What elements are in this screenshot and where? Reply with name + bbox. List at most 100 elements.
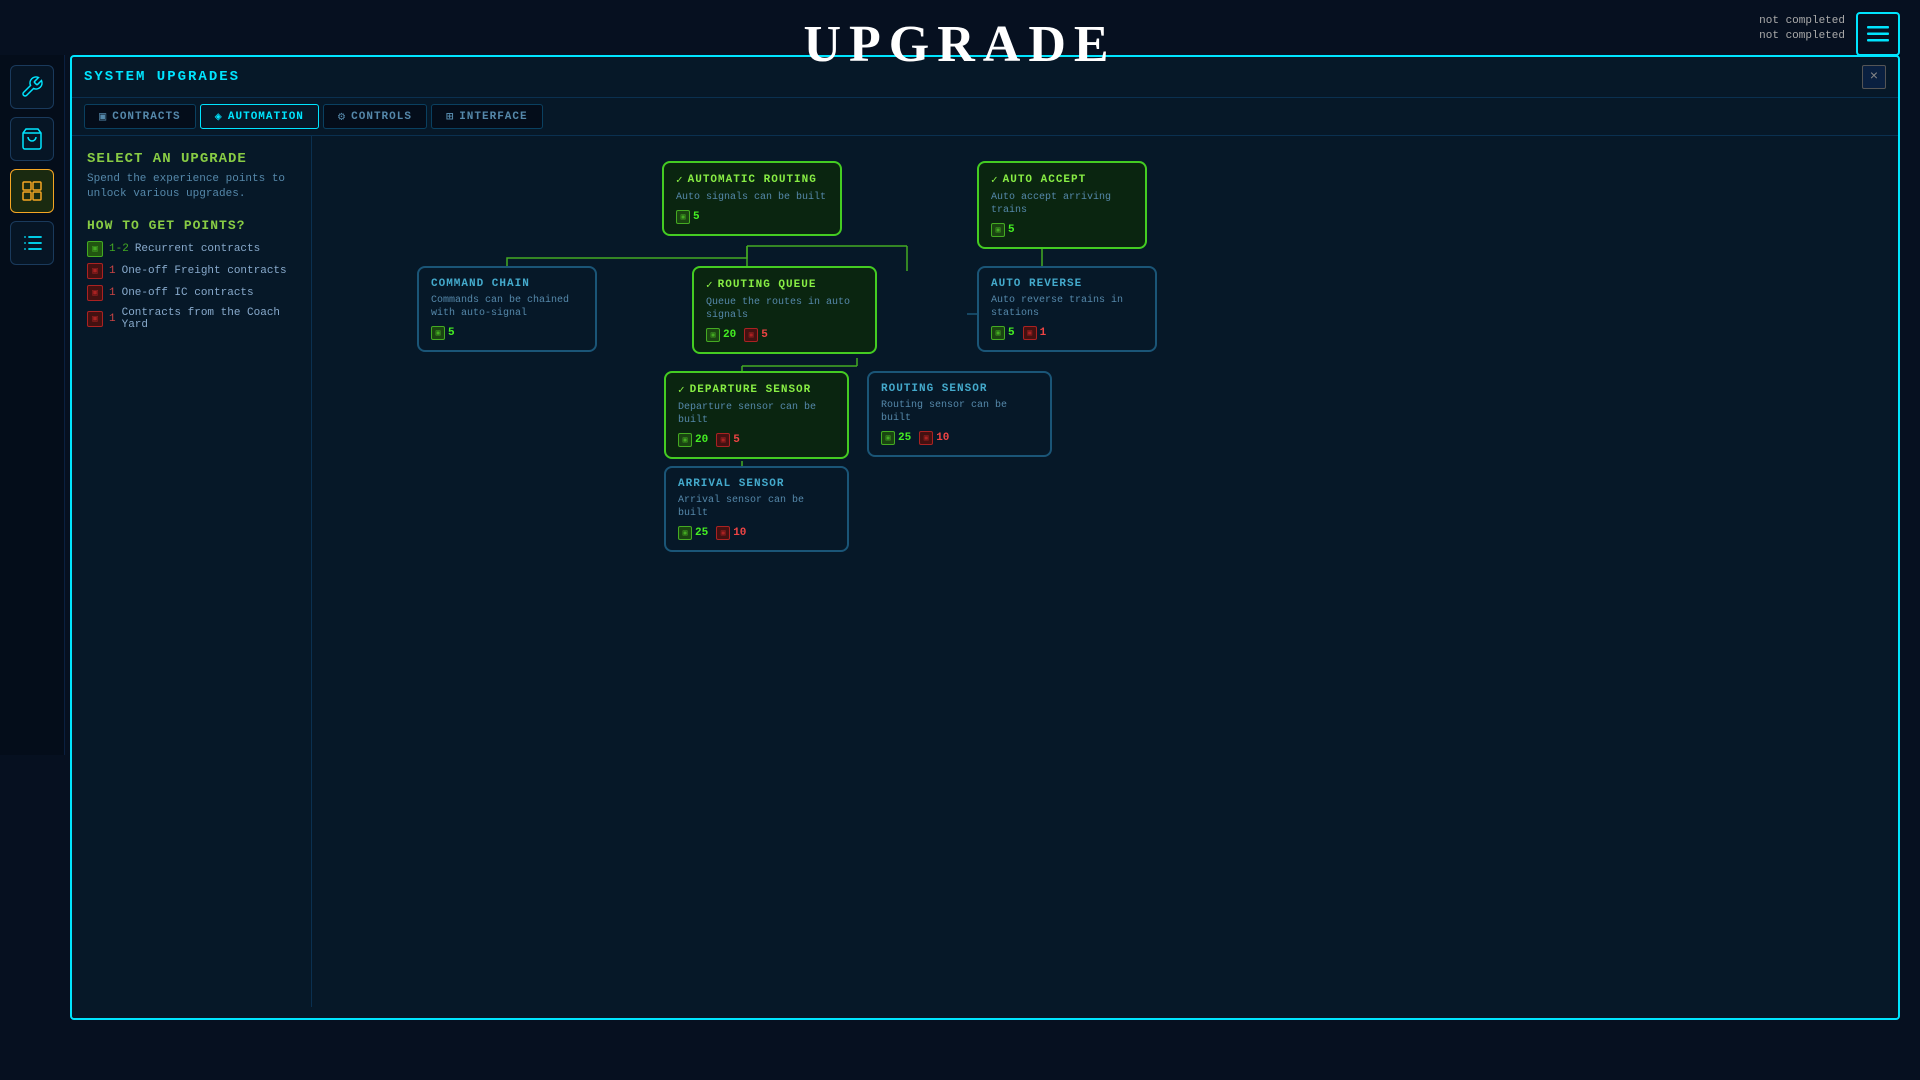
ar2-cost-green: ▣ 5	[991, 326, 1015, 340]
upgrade-node-routing-sensor[interactable]: Routing Sensor Routing sensor can be bui…	[867, 371, 1052, 457]
sidebar-btn-list[interactable]	[10, 221, 54, 265]
aa-cost-green: ▣ 5	[991, 223, 1015, 237]
tab-controls[interactable]: ⚙ CONTROLS	[323, 104, 427, 129]
automation-tab-icon: ◈	[215, 109, 223, 124]
as-cost-red-icon: ▣	[716, 526, 730, 540]
tab-interface[interactable]: ⊞ INTERFACE	[431, 104, 543, 129]
upgrade-area: ✓ Automatic Routing Auto signals can be …	[312, 136, 1898, 1007]
select-upgrade-title: Select an upgrade	[87, 151, 296, 167]
routing-sensor-costs: ▣ 25 ▣ 10	[881, 431, 1038, 445]
interface-tab-icon: ⊞	[446, 109, 454, 124]
close-button[interactable]: ×	[1862, 65, 1886, 89]
rs-cost-green: ▣ 25	[881, 431, 911, 445]
rs-cost-red: ▣ 10	[919, 431, 949, 445]
upgrade-node-auto-reverse[interactable]: Auto Reverse Auto reverse trains in stat…	[977, 266, 1157, 352]
automatic-routing-title: ✓ Automatic Routing	[676, 173, 828, 187]
points-prefix-2: 1	[109, 265, 116, 277]
ar-cost-green-icon: ▣	[676, 210, 690, 224]
modal-body: Select an upgrade Spend the experience p…	[72, 136, 1898, 1007]
auto-reverse-costs: ▣ 5 ▣ 1	[991, 326, 1143, 340]
upgrade-icon	[20, 179, 44, 203]
points-prefix-1: 1-2	[109, 243, 129, 255]
top-right-status: not completed not completed	[1759, 15, 1845, 45]
upgrade-node-arrival-sensor[interactable]: Arrival Sensor Arrival sensor can be bui…	[664, 466, 849, 552]
ar2-cost-green-icon: ▣	[991, 326, 1005, 340]
select-upgrade-desc: Spend the experience points to unlock va…	[87, 172, 296, 203]
routing-sensor-desc: Routing sensor can be built	[881, 399, 1038, 425]
routing-queue-title: ✓ Routing Queue	[706, 278, 863, 292]
as-cost-red: ▣ 10	[716, 526, 746, 540]
top-right-list-icon[interactable]	[1856, 12, 1900, 56]
upgrade-node-command-chain[interactable]: Command Chain Commands can be chained wi…	[417, 266, 597, 352]
tab-automation[interactable]: ◈ AUTOMATION	[200, 104, 319, 129]
list-icon	[1867, 25, 1889, 43]
points-prefix-4: 1	[109, 313, 116, 325]
routing-queue-desc: Queue the routes in auto signals	[706, 296, 863, 322]
sidebar-btn-wrench[interactable]	[10, 65, 54, 109]
rq-cost-red-icon: ▣	[744, 328, 758, 342]
sidebar-btn-cart[interactable]	[10, 117, 54, 161]
contracts-tab-icon: ▣	[99, 109, 107, 124]
routing-queue-costs: ▣ 20 ▣ 5	[706, 328, 863, 342]
check-icon-4: ✓	[678, 383, 686, 397]
automatic-routing-desc: Auto signals can be built	[676, 191, 828, 204]
cc-cost-green: ▣ 5	[431, 326, 455, 340]
points-icon-green-1: ▣	[87, 241, 103, 257]
controls-tab-icon: ⚙	[338, 109, 346, 124]
tab-contracts[interactable]: ▣ CONTRACTS	[84, 104, 196, 129]
rq-cost-green-icon: ▣	[706, 328, 720, 342]
upgrade-node-departure-sensor[interactable]: ✓ Departure Sensor Departure sensor can …	[664, 371, 849, 459]
status-1: not completed	[1759, 15, 1845, 27]
command-chain-desc: Commands can be chained with auto-signal	[431, 294, 583, 320]
command-chain-title: Command Chain	[431, 278, 583, 290]
upgrade-node-routing-queue[interactable]: ✓ Routing Queue Queue the routes in auto…	[692, 266, 877, 354]
points-text-1: Recurrent contracts	[135, 243, 260, 255]
contracts-tab-label: CONTRACTS	[112, 111, 180, 123]
cart-icon	[20, 127, 44, 151]
rs-cost-red-icon: ▣	[919, 431, 933, 445]
points-item-2: ▣ 1 One-off Freight contracts	[87, 263, 296, 279]
ds-cost-green-icon: ▣	[678, 433, 692, 447]
wrench-icon	[20, 75, 44, 99]
tabs-bar: ▣ CONTRACTS ◈ AUTOMATION ⚙ CONTROLS ⊞ IN…	[72, 98, 1898, 136]
ds-cost-green: ▣ 20	[678, 433, 708, 447]
ds-cost-red-icon: ▣	[716, 433, 730, 447]
points-prefix-3: 1	[109, 287, 116, 299]
rq-cost-green: ▣ 20	[706, 328, 736, 342]
sidebar-btn-upgrade[interactable]	[10, 169, 54, 213]
modal-title: System Upgrades	[84, 69, 240, 85]
departure-sensor-desc: Departure sensor can be built	[678, 401, 835, 427]
auto-reverse-title: Auto Reverse	[991, 278, 1143, 290]
sidebar	[0, 55, 65, 755]
automatic-routing-costs: ▣ 5	[676, 210, 828, 224]
as-cost-green-icon: ▣	[678, 526, 692, 540]
points-icon-red-4: ▣	[87, 311, 103, 327]
check-icon-2: ✓	[991, 173, 999, 187]
aa-cost-green-icon: ▣	[991, 223, 1005, 237]
points-list: ▣ 1-2 Recurrent contracts ▣ 1 One-off Fr…	[87, 241, 296, 331]
points-item-3: ▣ 1 One-off IC contracts	[87, 285, 296, 301]
automation-tab-label: AUTOMATION	[228, 111, 304, 123]
ar2-cost-red: ▣ 1	[1023, 326, 1047, 340]
interface-tab-label: INTERFACE	[459, 111, 527, 123]
rs-cost-green-icon: ▣	[881, 431, 895, 445]
points-text-4: Contracts from the Coach Yard	[122, 307, 296, 331]
check-icon-3: ✓	[706, 278, 714, 292]
status-2: not completed	[1759, 30, 1845, 42]
ar-cost-green: ▣ 5	[676, 210, 700, 224]
sidebar-list-icon	[20, 231, 44, 255]
points-icon-red-3: ▣	[87, 285, 103, 301]
command-chain-costs: ▣ 5	[431, 326, 583, 340]
arrival-sensor-title: Arrival Sensor	[678, 478, 835, 490]
auto-reverse-desc: Auto reverse trains in stations	[991, 294, 1143, 320]
upgrade-modal: System Upgrades × ▣ CONTRACTS ◈ AUTOMATI…	[70, 55, 1900, 1020]
arrival-sensor-costs: ▣ 25 ▣ 10	[678, 526, 835, 540]
arrival-sensor-desc: Arrival sensor can be built	[678, 494, 835, 520]
auto-accept-costs: ▣ 5	[991, 223, 1133, 237]
points-icon-red-2: ▣	[87, 263, 103, 279]
upgrade-node-auto-accept[interactable]: ✓ Auto Accept Auto accept arriving train…	[977, 161, 1147, 249]
page-title: Upgrade	[803, 15, 1116, 74]
as-cost-green: ▣ 25	[678, 526, 708, 540]
upgrade-node-automatic-routing[interactable]: ✓ Automatic Routing Auto signals can be …	[662, 161, 842, 236]
auto-accept-title: ✓ Auto Accept	[991, 173, 1133, 187]
